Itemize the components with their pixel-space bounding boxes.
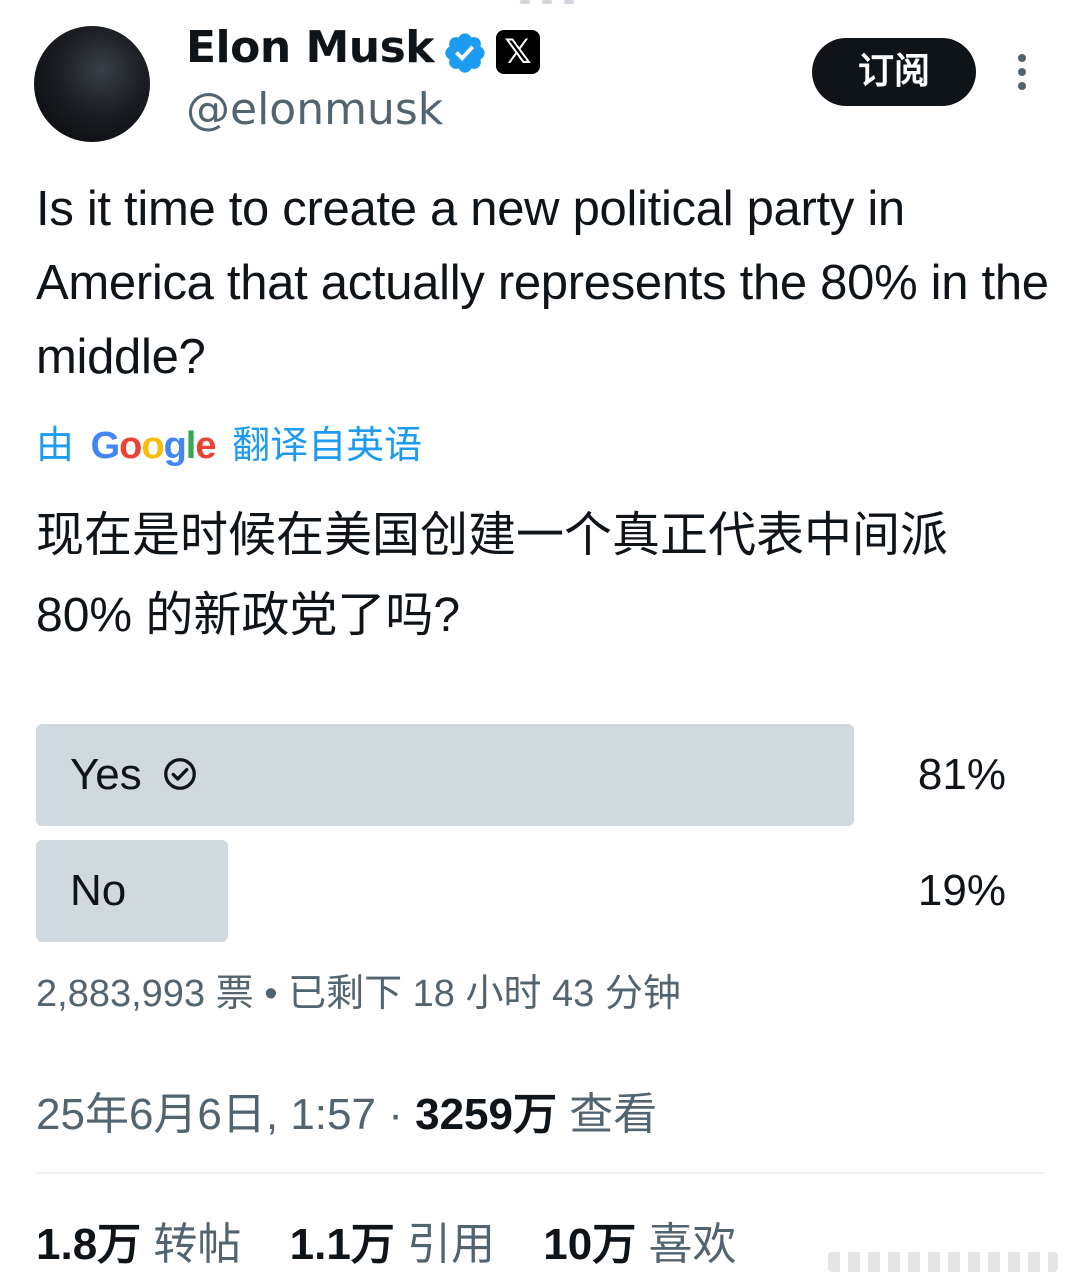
- poll-option-percent: 81%: [917, 750, 1006, 799]
- views-label: 查看: [569, 1090, 658, 1139]
- top-edge: [0, 0, 1080, 8]
- poll-option-no[interactable]: No 19%: [36, 840, 1046, 942]
- author-name[interactable]: Elon Musk: [186, 22, 435, 73]
- divider: [36, 1172, 1046, 1174]
- tweet-timestamp-row: 25年6月6日, 1:57 · 3259万 查看: [36, 1078, 657, 1142]
- separator-dot: •: [264, 973, 278, 1015]
- timestamp[interactable]: 25年6月6日, 1:57: [36, 1090, 376, 1139]
- translation-prefix: 由: [36, 425, 75, 467]
- x-affiliate-badge-icon: 𝕏: [496, 30, 540, 74]
- poll-option-label: Yes: [70, 724, 198, 826]
- tweet-text: Is it time to create a new political par…: [36, 182, 1049, 384]
- quotes-stat[interactable]: 1.1万 引用: [290, 1220, 495, 1269]
- poll-option-yes[interactable]: Yes 81%: [36, 724, 1046, 826]
- author-handle[interactable]: @elonmusk: [186, 84, 443, 135]
- more-vertical-icon[interactable]: [1012, 54, 1032, 94]
- translation-attribution[interactable]: 由 Google 翻译自英语: [36, 414, 422, 469]
- views-count: 3259万: [415, 1090, 557, 1139]
- poll-votes: 2,883,993 票: [36, 973, 254, 1015]
- avatar[interactable]: [34, 26, 150, 142]
- reposts-stat[interactable]: 1.8万 转帖: [36, 1220, 241, 1269]
- poll-option-percent: 19%: [917, 866, 1006, 915]
- separator-dot: ·: [388, 1090, 403, 1139]
- poll-bar: [36, 840, 228, 942]
- likes-stat[interactable]: 10万 喜欢: [543, 1220, 736, 1269]
- watermark: [828, 1252, 1058, 1272]
- check-circle-icon: [163, 758, 196, 791]
- verified-badge-icon: [445, 33, 485, 73]
- poll-remaining: 已剩下 18 小时 43 分钟: [288, 973, 681, 1015]
- engagement-stats: 1.8万 转帖 1.1万 引用 10万 喜欢: [36, 1208, 736, 1272]
- poll-meta: 2,883,993 票 • 已剩下 18 小时 43 分钟: [36, 962, 681, 1017]
- poll-option-label: No: [70, 866, 127, 915]
- google-logo: Google: [90, 425, 217, 467]
- translated-text: 现在是时候在美国创建一个真正代表中间派 80% 的新政党了吗?: [36, 509, 949, 642]
- subscribe-button[interactable]: 订阅: [812, 38, 976, 106]
- translation-suffix: 翻译自英语: [232, 425, 423, 467]
